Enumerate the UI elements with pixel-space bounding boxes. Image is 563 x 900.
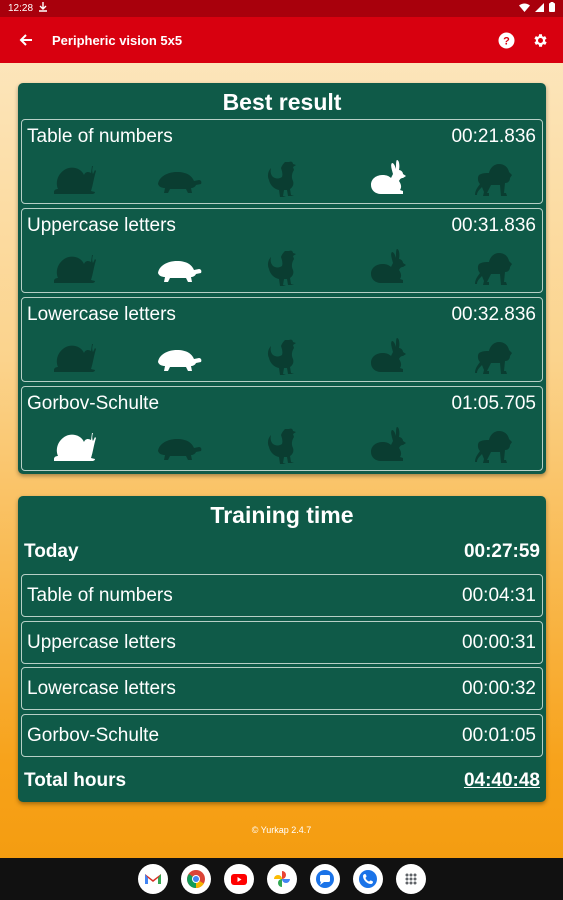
lion-icon	[469, 425, 517, 465]
training-time-title: Training time	[210, 502, 354, 528]
app-bar: Peripheric vision 5x5 ?	[0, 17, 563, 63]
arrow-back-icon	[19, 34, 32, 46]
training-row-time: 00:00:31	[462, 631, 536, 653]
rabbit-icon	[363, 425, 411, 465]
back-button[interactable]	[0, 33, 52, 47]
best-result-row[interactable]: Table of numbers 00:21.836	[21, 119, 543, 204]
rooster-icon	[259, 158, 307, 198]
photos-icon[interactable]	[266, 864, 297, 894]
best-result-row-time: 01:05.705	[451, 393, 536, 414]
youtube-icon[interactable]	[223, 864, 254, 894]
best-result-row-time: 00:32.836	[451, 304, 536, 325]
page-title: Peripheric vision 5x5	[52, 32, 183, 48]
training-row-name: Lowercase letters	[27, 677, 176, 699]
battery-icon	[549, 2, 555, 15]
app-drawer-icon[interactable]	[395, 864, 426, 894]
rooster-icon	[259, 247, 307, 287]
training-row[interactable]: Table of numbers 00:04:31	[21, 574, 543, 617]
signal-icon	[535, 2, 544, 15]
best-result-row-name: Lowercase letters	[27, 304, 176, 325]
chrome-icon[interactable]	[180, 864, 211, 894]
rabbit-icon	[363, 158, 411, 198]
today-value: 00:27:59	[463, 541, 540, 562]
status-time: 12:28	[8, 3, 34, 14]
lion-icon	[469, 336, 517, 376]
snail-icon	[50, 425, 98, 465]
training-row-time: 00:01:05	[462, 724, 536, 746]
best-result-title: Best result	[222, 89, 342, 115]
rabbit-icon	[363, 336, 411, 376]
training-row-name: Table of numbers	[27, 584, 173, 606]
help-button[interactable]: ?	[497, 31, 515, 49]
best-result-card: Best result Table of numbers 00:21.836 Upp…	[18, 83, 546, 474]
turtle-icon	[155, 158, 203, 198]
today-label: Today	[24, 541, 79, 562]
best-result-row[interactable]: Gorbov-Schulte 01:05.705	[21, 386, 543, 471]
best-result-row[interactable]: Uppercase letters 00:31.836	[21, 208, 543, 293]
training-row[interactable]: Uppercase letters 00:00:31	[21, 621, 543, 664]
gmail-icon[interactable]	[137, 864, 168, 894]
svg-text:?: ?	[503, 35, 510, 47]
best-result-row-time: 00:31.836	[451, 215, 536, 236]
total-row: Total hours 04:40:48	[24, 767, 540, 795]
total-label: Total hours	[24, 770, 127, 791]
navigation-bar	[0, 858, 563, 900]
status-bar: 12:28	[0, 0, 563, 17]
training-row[interactable]: Gorbov-Schulte 00:01:05	[21, 714, 543, 757]
best-result-row-name: Uppercase letters	[27, 215, 176, 236]
turtle-icon	[155, 425, 203, 465]
training-time-card: Training time Today 00:27:59 Table of nu…	[18, 496, 546, 802]
best-result-row[interactable]: Lowercase letters 00:32.836	[21, 297, 543, 382]
best-result-row-time: 00:21.836	[451, 126, 536, 147]
snail-icon	[50, 158, 98, 198]
total-value[interactable]: 04:40:48	[464, 770, 540, 792]
messages-icon[interactable]	[309, 864, 340, 894]
phone-icon[interactable]	[352, 864, 383, 894]
wifi-icon	[519, 3, 530, 15]
settings-button[interactable]	[531, 31, 549, 49]
training-row-name: Uppercase letters	[27, 631, 176, 653]
training-row-time: 00:04:31	[462, 584, 536, 606]
rooster-icon	[259, 425, 307, 465]
best-result-row-name: Gorbov-Schulte	[27, 393, 160, 414]
turtle-icon	[155, 247, 203, 287]
snail-icon	[50, 336, 98, 376]
lion-icon	[469, 247, 517, 287]
today-row: Today 00:27:59	[24, 538, 540, 566]
best-result-row-name: Table of numbers	[27, 126, 173, 147]
lion-icon	[469, 158, 517, 198]
help-icon: ?	[498, 32, 514, 48]
rabbit-icon	[363, 247, 411, 287]
training-row[interactable]: Lowercase letters 00:00:32	[21, 667, 543, 710]
training-row-time: 00:00:32	[462, 677, 536, 699]
snail-icon	[50, 247, 98, 287]
copyright-text: © Yurkap 2.4.7	[251, 825, 312, 835]
rooster-icon	[259, 336, 307, 376]
download-icon	[39, 2, 48, 15]
turtle-icon	[155, 336, 203, 376]
gear-icon	[533, 33, 547, 47]
training-row-name: Gorbov-Schulte	[27, 724, 160, 746]
